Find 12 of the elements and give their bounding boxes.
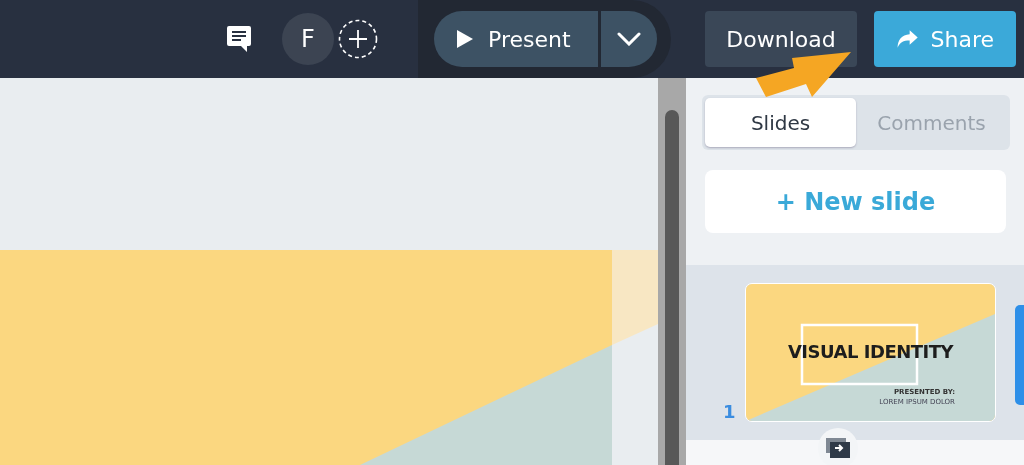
slide-number: 1 [723,401,737,422]
user-avatar[interactable]: F [282,13,334,65]
download-button[interactable]: Download [705,11,857,67]
scrollbar-thumb[interactable] [665,110,679,465]
chevron-down-icon [617,32,641,46]
present-options-button[interactable] [601,11,657,67]
present-button[interactable]: Present [434,11,598,67]
slide-arrow-icon [825,437,851,459]
play-icon [456,29,474,49]
panel-tab[interactable]: Slides [705,98,856,147]
add-user-icon[interactable] [338,19,378,59]
comment-icon[interactable] [226,25,252,53]
